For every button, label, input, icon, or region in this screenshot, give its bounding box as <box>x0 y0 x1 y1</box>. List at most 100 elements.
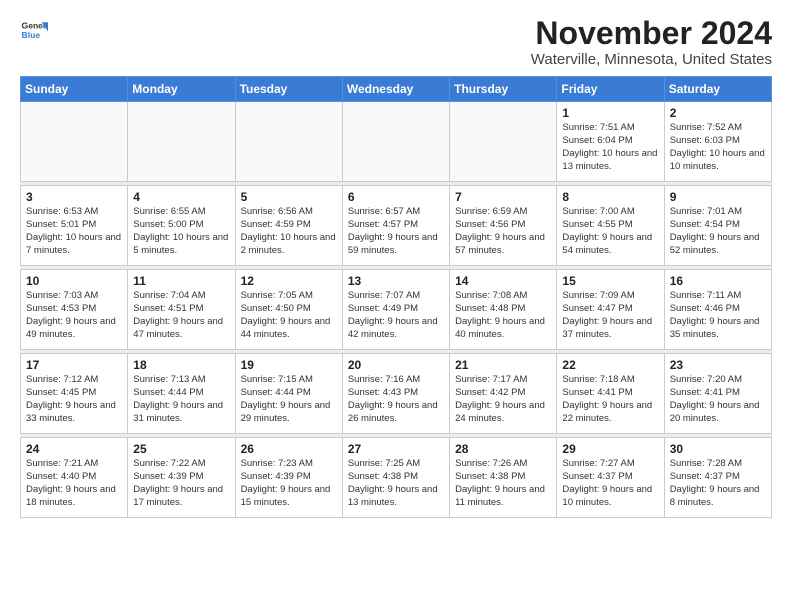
cell-info: Sunrise: 7:09 AM Sunset: 4:47 PM Dayligh… <box>562 290 658 341</box>
calendar-week-4: 17Sunrise: 7:12 AM Sunset: 4:45 PM Dayli… <box>21 354 772 434</box>
day-number: 6 <box>348 190 444 204</box>
day-number: 10 <box>26 274 122 288</box>
day-number: 22 <box>562 358 658 372</box>
calendar-cell: 26 Sunrise: 7:23 AM Sunset: 4:39 PM Dayli… <box>235 438 342 518</box>
day-number: 18 <box>133 358 229 372</box>
weekday-tuesday: Tuesday <box>235 77 342 102</box>
weekday-friday: Friday <box>557 77 664 102</box>
calendar-cell: 7 Sunrise: 6:59 AM Sunset: 4:56 PM Daylig… <box>450 186 557 266</box>
calendar-cell: 3 Sunrise: 6:53 AM Sunset: 5:01 PM Daylig… <box>21 186 128 266</box>
calendar-cell: 30 Sunrise: 7:28 AM Sunset: 4:37 PM Dayli… <box>664 438 771 518</box>
cell-info: Sunrise: 7:13 AM Sunset: 4:44 PM Dayligh… <box>133 374 229 425</box>
day-number: 25 <box>133 442 229 456</box>
calendar-table: SundayMondayTuesdayWednesdayThursdayFrid… <box>20 76 772 518</box>
day-number: 5 <box>241 190 337 204</box>
calendar-cell <box>342 102 449 182</box>
cell-info: Sunrise: 6:59 AM Sunset: 4:56 PM Dayligh… <box>455 206 551 257</box>
cell-info: Sunrise: 7:01 AM Sunset: 4:54 PM Dayligh… <box>670 206 766 257</box>
calendar-cell: 11 Sunrise: 7:04 AM Sunset: 4:51 PM Dayli… <box>128 270 235 350</box>
cell-info: Sunrise: 7:21 AM Sunset: 4:40 PM Dayligh… <box>26 458 122 509</box>
calendar-cell: 21Sunrise: 7:17 AM Sunset: 4:42 PM Dayli… <box>450 354 557 434</box>
cell-info: Sunrise: 7:18 AM Sunset: 4:41 PM Dayligh… <box>562 374 658 425</box>
day-number: 21 <box>455 358 551 372</box>
month-title: November 2024 <box>531 16 772 51</box>
day-number: 14 <box>455 274 551 288</box>
calendar-cell: 9 Sunrise: 7:01 AM Sunset: 4:54 PM Daylig… <box>664 186 771 266</box>
day-number: 9 <box>670 190 766 204</box>
calendar-cell: 8 Sunrise: 7:00 AM Sunset: 4:55 PM Daylig… <box>557 186 664 266</box>
weekday-saturday: Saturday <box>664 77 771 102</box>
day-number: 4 <box>133 190 229 204</box>
cell-info: Sunrise: 6:57 AM Sunset: 4:57 PM Dayligh… <box>348 206 444 257</box>
calendar-cell: 25 Sunrise: 7:22 AM Sunset: 4:39 PM Dayli… <box>128 438 235 518</box>
day-number: 27 <box>348 442 444 456</box>
cell-info: Sunrise: 6:55 AM Sunset: 5:00 PM Dayligh… <box>133 206 229 257</box>
page-header: General Blue November 2024 Waterville, M… <box>20 16 772 68</box>
calendar-cell: 13Sunrise: 7:07 AM Sunset: 4:49 PM Dayli… <box>342 270 449 350</box>
day-number: 2 <box>670 106 766 120</box>
weekday-wednesday: Wednesday <box>342 77 449 102</box>
calendar-cell: 14Sunrise: 7:08 AM Sunset: 4:48 PM Dayli… <box>450 270 557 350</box>
calendar-cell: 20 Sunrise: 7:16 AM Sunset: 4:43 PM Dayli… <box>342 354 449 434</box>
cell-info: Sunrise: 6:56 AM Sunset: 4:59 PM Dayligh… <box>241 206 337 257</box>
calendar-cell: 12Sunrise: 7:05 AM Sunset: 4:50 PM Dayli… <box>235 270 342 350</box>
cell-info: Sunrise: 7:28 AM Sunset: 4:37 PM Dayligh… <box>670 458 766 509</box>
cell-info: Sunrise: 7:15 AM Sunset: 4:44 PM Dayligh… <box>241 374 337 425</box>
cell-info: Sunrise: 7:05 AM Sunset: 4:50 PM Dayligh… <box>241 290 337 341</box>
day-number: 26 <box>241 442 337 456</box>
calendar-cell: 6 Sunrise: 6:57 AM Sunset: 4:57 PM Daylig… <box>342 186 449 266</box>
calendar-cell: 29Sunrise: 7:27 AM Sunset: 4:37 PM Dayli… <box>557 438 664 518</box>
calendar-cell: 22 Sunrise: 7:18 AM Sunset: 4:41 PM Dayli… <box>557 354 664 434</box>
day-number: 29 <box>562 442 658 456</box>
location-title: Waterville, Minnesota, United States <box>531 51 772 68</box>
day-number: 11 <box>133 274 229 288</box>
cell-info: Sunrise: 7:22 AM Sunset: 4:39 PM Dayligh… <box>133 458 229 509</box>
calendar-cell: 4 Sunrise: 6:55 AM Sunset: 5:00 PM Daylig… <box>128 186 235 266</box>
calendar-cell: 23 Sunrise: 7:20 AM Sunset: 4:41 PM Dayli… <box>664 354 771 434</box>
calendar-cell: 1 Sunrise: 7:51 AM Sunset: 6:04 PM Daylig… <box>557 102 664 182</box>
weekday-header-row: SundayMondayTuesdayWednesdayThursdayFrid… <box>21 77 772 102</box>
day-number: 1 <box>562 106 658 120</box>
day-number: 8 <box>562 190 658 204</box>
calendar-cell: 10 Sunrise: 7:03 AM Sunset: 4:53 PM Dayli… <box>21 270 128 350</box>
calendar-cell <box>450 102 557 182</box>
cell-info: Sunrise: 7:26 AM Sunset: 4:38 PM Dayligh… <box>455 458 551 509</box>
day-number: 3 <box>26 190 122 204</box>
svg-text:Blue: Blue <box>22 30 41 40</box>
logo: General Blue <box>20 16 48 44</box>
day-number: 28 <box>455 442 551 456</box>
cell-info: Sunrise: 7:11 AM Sunset: 4:46 PM Dayligh… <box>670 290 766 341</box>
cell-info: Sunrise: 7:52 AM Sunset: 6:03 PM Dayligh… <box>670 122 766 173</box>
cell-info: Sunrise: 7:00 AM Sunset: 4:55 PM Dayligh… <box>562 206 658 257</box>
cell-info: Sunrise: 7:16 AM Sunset: 4:43 PM Dayligh… <box>348 374 444 425</box>
calendar-cell <box>21 102 128 182</box>
cell-info: Sunrise: 7:51 AM Sunset: 6:04 PM Dayligh… <box>562 122 658 173</box>
day-number: 23 <box>670 358 766 372</box>
calendar-cell: 17Sunrise: 7:12 AM Sunset: 4:45 PM Dayli… <box>21 354 128 434</box>
calendar-week-5: 24 Sunrise: 7:21 AM Sunset: 4:40 PM Dayli… <box>21 438 772 518</box>
cell-info: Sunrise: 7:20 AM Sunset: 4:41 PM Dayligh… <box>670 374 766 425</box>
day-number: 24 <box>26 442 122 456</box>
day-number: 19 <box>241 358 337 372</box>
day-number: 30 <box>670 442 766 456</box>
day-number: 16 <box>670 274 766 288</box>
calendar-cell: 2 Sunrise: 7:52 AM Sunset: 6:03 PM Daylig… <box>664 102 771 182</box>
day-number: 15 <box>562 274 658 288</box>
calendar-cell: 24 Sunrise: 7:21 AM Sunset: 4:40 PM Dayli… <box>21 438 128 518</box>
cell-info: Sunrise: 6:53 AM Sunset: 5:01 PM Dayligh… <box>26 206 122 257</box>
weekday-monday: Monday <box>128 77 235 102</box>
cell-info: Sunrise: 7:23 AM Sunset: 4:39 PM Dayligh… <box>241 458 337 509</box>
day-number: 7 <box>455 190 551 204</box>
weekday-sunday: Sunday <box>21 77 128 102</box>
calendar-cell: 19 Sunrise: 7:15 AM Sunset: 4:44 PM Dayli… <box>235 354 342 434</box>
calendar-cell: 15 Sunrise: 7:09 AM Sunset: 4:47 PM Dayli… <box>557 270 664 350</box>
day-number: 20 <box>348 358 444 372</box>
logo-icon: General Blue <box>20 16 48 44</box>
calendar-cell: 5 Sunrise: 6:56 AM Sunset: 4:59 PM Daylig… <box>235 186 342 266</box>
cell-info: Sunrise: 7:04 AM Sunset: 4:51 PM Dayligh… <box>133 290 229 341</box>
calendar-cell: 27Sunrise: 7:25 AM Sunset: 4:38 PM Dayli… <box>342 438 449 518</box>
weekday-thursday: Thursday <box>450 77 557 102</box>
calendar-week-1: 1 Sunrise: 7:51 AM Sunset: 6:04 PM Daylig… <box>21 102 772 182</box>
calendar-cell <box>128 102 235 182</box>
cell-info: Sunrise: 7:03 AM Sunset: 4:53 PM Dayligh… <box>26 290 122 341</box>
